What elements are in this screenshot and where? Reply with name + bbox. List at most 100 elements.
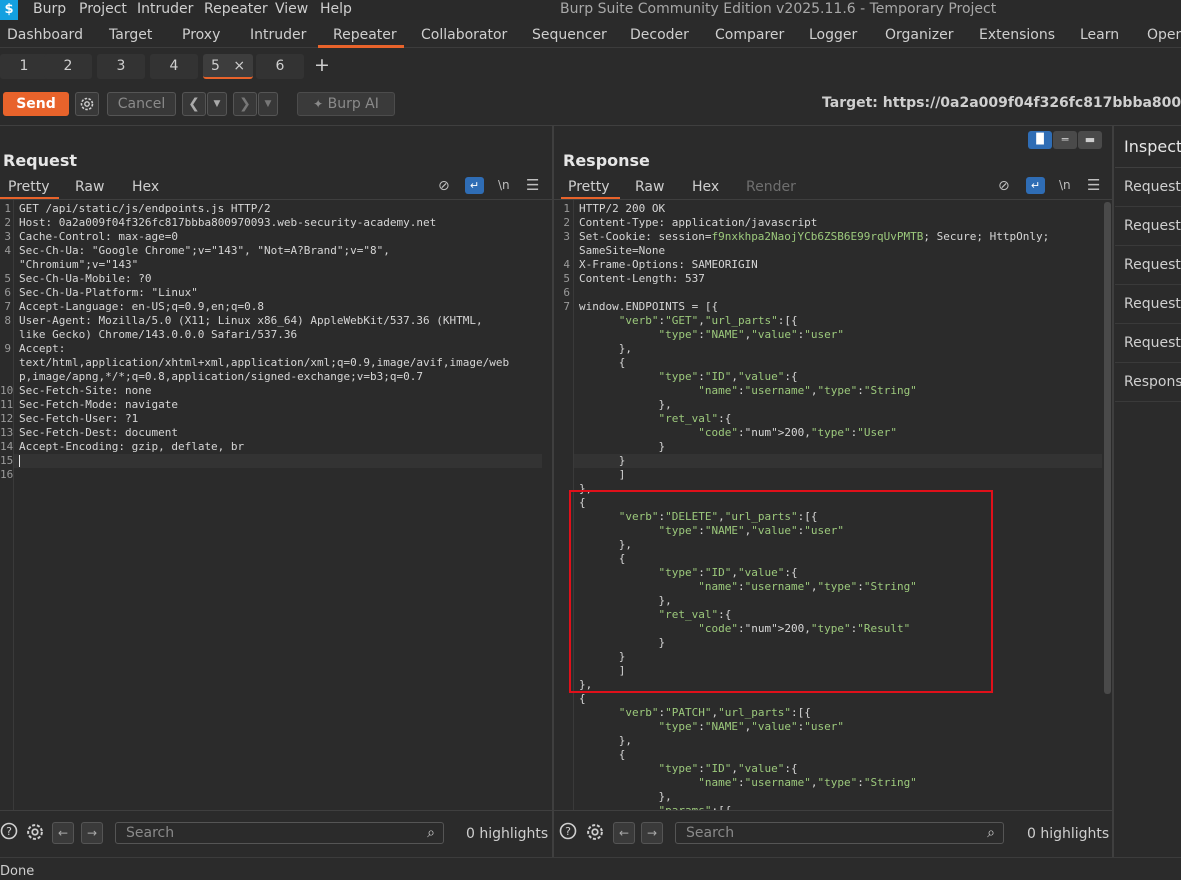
tab-collaborator[interactable]: Collaborator	[421, 27, 507, 43]
request-line: Accept-Encoding: gzip, deflate, br	[19, 440, 245, 453]
request-line-number: 15	[0, 454, 14, 467]
help-circle-icon: ?	[559, 822, 577, 840]
divider	[0, 810, 552, 811]
tab-learn[interactable]: Learn	[1080, 27, 1119, 43]
request-line: Host: 0a2a009f04f326fc817bbba800970093.w…	[19, 216, 437, 229]
help-icon[interactable]: ?	[0, 822, 18, 845]
request-line: Sec-Fetch-User: ?1	[19, 412, 139, 425]
request-line-number: 4	[4, 244, 11, 257]
request-tab-pretty[interactable]: Pretty	[8, 179, 50, 195]
close-tab-icon[interactable]: ×	[233, 58, 245, 74]
menu-icon[interactable]: ☰	[1087, 176, 1100, 194]
response-line-number	[554, 538, 570, 552]
response-line: Set-Cookie: session=f9nxkhpa2NaojYCb6ZSB…	[579, 230, 1050, 243]
response-search-input[interactable]: Search ⌕	[675, 822, 1004, 844]
search-prev-button[interactable]: ←	[52, 822, 74, 844]
tab-extensions[interactable]: Extensions	[979, 27, 1055, 43]
history-forward-dropdown[interactable]: ▼	[258, 92, 278, 116]
response-tab-raw[interactable]: Raw	[635, 179, 664, 195]
request-search-input[interactable]: Search ⌕	[115, 822, 444, 844]
inspector-response[interactable]: Response	[1115, 363, 1181, 402]
menu-help[interactable]: Help	[320, 1, 352, 17]
tab-organizer[interactable]: Organizer	[885, 27, 953, 43]
menu-burp[interactable]: Burp	[33, 1, 66, 17]
layout-stacked-icon[interactable]: ═	[1053, 131, 1077, 149]
request-scrollbar[interactable]	[544, 200, 552, 810]
send-button[interactable]: Send	[3, 92, 69, 116]
cancel-button[interactable]: Cancel	[107, 92, 176, 116]
layout-side-by-side-icon[interactable]: ▐▌	[1028, 131, 1052, 149]
search-next-button[interactable]: →	[81, 822, 103, 844]
response-line: "type":"NAME","value":"user"	[658, 328, 844, 341]
tab-comparer[interactable]: Comparer	[715, 27, 784, 43]
arrow-left-icon: ←	[618, 826, 630, 840]
gutter-divider	[13, 200, 14, 810]
inspector-request-headers[interactable]: Request h	[1115, 324, 1181, 363]
menu-icon[interactable]: ☰	[526, 176, 539, 194]
tab-intruder[interactable]: Intruder	[250, 27, 306, 43]
inspector-splitter[interactable]	[1112, 126, 1114, 857]
tab-proxy[interactable]: Proxy	[182, 27, 220, 43]
tab-decoder[interactable]: Decoder	[630, 27, 689, 43]
response-line-number	[554, 580, 570, 594]
search-settings-icon[interactable]	[25, 822, 45, 847]
request-line-number: 11	[0, 398, 14, 411]
history-back-button[interactable]: ❮	[182, 92, 206, 116]
burp-ai-button[interactable]: ✦ Burp AI	[297, 92, 395, 116]
history-forward-button[interactable]: ❯	[233, 92, 257, 116]
tab-sequencer[interactable]: Sequencer	[532, 27, 607, 43]
inspector-request-body[interactable]: Request b	[1115, 246, 1181, 285]
request-line-number: 14	[0, 440, 14, 453]
wrap-lines-icon[interactable]: ↵	[465, 177, 484, 194]
tab-target[interactable]: Target	[109, 27, 152, 43]
repeater-tab-1[interactable]: 1	[0, 54, 48, 79]
add-tab-icon[interactable]: +	[314, 54, 330, 76]
tab-dashboard[interactable]: Dashboard	[7, 27, 83, 43]
chevron-left-icon: ❮	[188, 96, 200, 112]
response-scrollbar-thumb[interactable]	[1104, 202, 1111, 694]
search-settings-icon[interactable]	[585, 822, 605, 847]
settings-gear-button[interactable]	[75, 92, 99, 116]
search-prev-button[interactable]: ←	[613, 822, 635, 844]
response-line-numbers: 123 4567	[554, 202, 570, 790]
menu-project[interactable]: Project	[79, 1, 127, 17]
request-tab-hex[interactable]: Hex	[132, 179, 159, 195]
request-line	[19, 454, 544, 468]
target-url[interactable]: Target: https://0a2a009f04f326fc817bbba8…	[822, 95, 1181, 111]
history-back-dropdown[interactable]: ▼	[207, 92, 227, 116]
response-line-number: 3	[563, 230, 570, 243]
inspector-request-cookies[interactable]: Request c	[1115, 207, 1181, 246]
inspector-request-attributes[interactable]: Request a	[1115, 168, 1181, 207]
repeater-tab-3[interactable]: 3	[97, 54, 145, 79]
response-tab-render[interactable]: Render	[746, 179, 796, 195]
tab-repeater[interactable]: Repeater	[333, 27, 397, 43]
newline-icon[interactable]: \n	[1059, 178, 1071, 192]
request-editor[interactable]: GET /api/static/js/endpoints.js HTTP/2 Ho…	[19, 202, 544, 482]
hide-nonprintable-icon[interactable]: ⊘	[998, 178, 1010, 194]
tab-logger[interactable]: Logger	[809, 27, 857, 43]
layout-tabs-icon[interactable]: ▬	[1078, 131, 1102, 149]
wrap-lines-icon[interactable]: ↵	[1026, 177, 1045, 194]
search-next-button[interactable]: →	[641, 822, 663, 844]
response-tab-hex[interactable]: Hex	[692, 179, 719, 195]
tab-open[interactable]: Open	[1147, 27, 1181, 43]
repeater-tab-5[interactable]: 5 ×	[203, 54, 253, 79]
chevron-down-icon: ▼	[264, 99, 272, 109]
newline-icon[interactable]: \n	[498, 178, 510, 192]
menu-repeater[interactable]: Repeater	[204, 1, 268, 17]
request-tab-raw[interactable]: Raw	[75, 179, 104, 195]
repeater-tab-4[interactable]: 4	[150, 54, 198, 79]
arrow-left-icon: ←	[57, 826, 69, 840]
response-line-number	[554, 496, 570, 510]
menu-view[interactable]: View	[275, 1, 308, 17]
hide-nonprintable-icon[interactable]: ⊘	[438, 178, 450, 194]
help-icon[interactable]: ?	[559, 822, 577, 845]
repeater-tab-2[interactable]: 2	[44, 54, 92, 79]
menu-intruder[interactable]: Intruder	[137, 1, 193, 17]
response-line: "code":"num">200,"type":"User"	[698, 426, 897, 439]
request-line-number: 12	[0, 412, 14, 425]
repeater-tab-6[interactable]: 6	[256, 54, 304, 79]
response-tab-pretty[interactable]: Pretty	[568, 179, 610, 195]
inspector-request-c[interactable]: Request c	[1115, 285, 1181, 324]
request-highlights-count: 0 highlights	[466, 826, 549, 842]
